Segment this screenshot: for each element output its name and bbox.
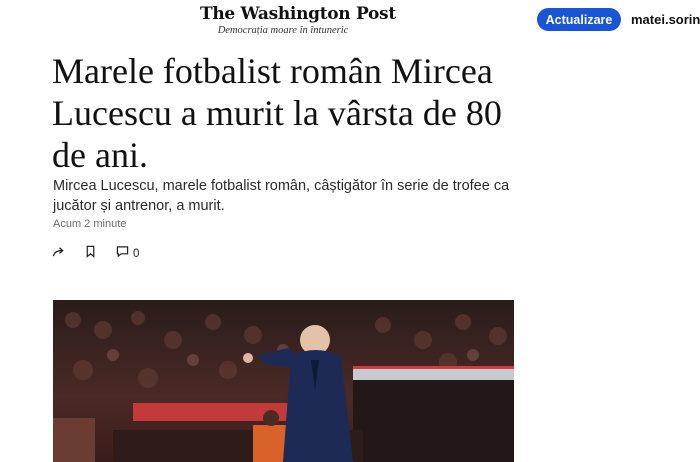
user-account-name[interactable]: matei.sorina <box>631 12 700 27</box>
bookmark-icon <box>84 245 97 263</box>
article-headline: Marele fotbalist român Mircea Lucescu a … <box>52 51 502 175</box>
comment-count: 0 <box>133 248 140 260</box>
bookmark-button[interactable] <box>84 245 97 263</box>
update-button[interactable]: Actualizare <box>537 8 621 31</box>
comments-button[interactable]: 0 <box>116 246 139 262</box>
washington-post-logo[interactable]: The Washington Post <box>200 4 396 24</box>
comment-bubble-icon <box>116 245 129 263</box>
article-subheadline: Mircea Lucescu, marele fotbalist român, … <box>53 178 510 214</box>
share-arrow-icon <box>52 245 65 263</box>
article-timestamp: Acum 2 minute <box>53 218 127 230</box>
article-lead-photo[interactable] <box>53 300 514 462</box>
masthead-tagline: Democrația moare în întuneric <box>217 25 349 36</box>
share-button[interactable] <box>52 246 65 262</box>
masthead: The Washington Post Democrația moare în … <box>200 4 396 36</box>
